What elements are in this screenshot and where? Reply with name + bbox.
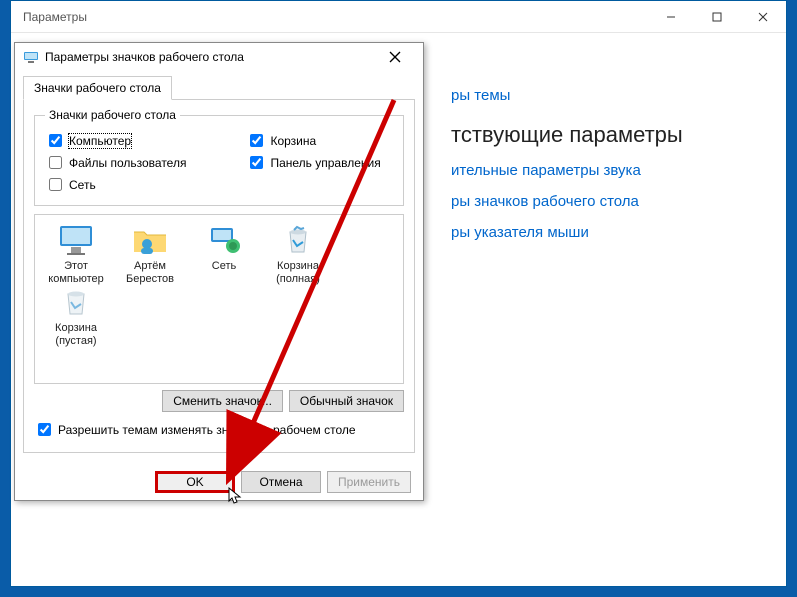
icon-label: АртёмБерестов [115, 260, 185, 285]
link-desktop-icons-settings[interactable]: ры значков рабочего стола [451, 193, 756, 210]
checkbox-network-label: Сеть [69, 178, 96, 192]
group-legend: Значки рабочего стола [45, 108, 180, 122]
settings-title: Параметры [23, 10, 87, 24]
change-icon-button[interactable]: Сменить значок... [162, 390, 283, 412]
preview-icon-network[interactable]: Сеть [189, 223, 259, 285]
recycle-bin-empty-icon [56, 285, 96, 319]
checkbox-computer-label: Компьютер [69, 134, 131, 148]
checkbox-computer[interactable]: Компьютер [45, 131, 186, 150]
tab-panel: Значки рабочего стола Компьютер Файлы по… [23, 100, 415, 453]
tab-desktop-icons[interactable]: Значки рабочего стола [23, 76, 172, 100]
checkbox-user-files-input[interactable] [49, 156, 62, 169]
dialog-footer: OK Отмена Применить [15, 461, 423, 505]
dialog-title: Параметры значков рабочего стола [45, 50, 244, 64]
dialog-icon [23, 49, 39, 65]
preview-icon-recycle-full[interactable]: Корзина(полная) [263, 223, 333, 285]
link-theme-settings[interactable]: ры темы [451, 87, 756, 104]
checkbox-network-input[interactable] [49, 178, 62, 191]
apply-button[interactable]: Применить [327, 471, 411, 493]
checkbox-control-panel[interactable]: Панель управления [246, 153, 380, 172]
checkbox-user-files-label: Файлы пользователя [69, 156, 186, 170]
checkbox-allow-themes-input[interactable] [38, 423, 51, 436]
preview-icon-this-pc[interactable]: Этоткомпьютер [41, 223, 111, 285]
desktop-icons-dialog: Параметры значков рабочего стола Значки … [14, 42, 424, 501]
default-icon-button[interactable]: Обычный значок [289, 390, 404, 412]
checkbox-control-panel-input[interactable] [250, 156, 263, 169]
icon-label: Корзина(пустая) [41, 322, 111, 347]
icon-label: Сеть [189, 260, 259, 273]
network-icon [204, 223, 244, 257]
cancel-button[interactable]: Отмена [241, 471, 321, 493]
checkbox-recycle-bin[interactable]: Корзина [246, 131, 380, 150]
tabstrip: Значки рабочего стола [23, 75, 415, 100]
preview-icon-user-folder[interactable]: АртёмБерестов [115, 223, 185, 285]
settings-titlebar: Параметры [11, 1, 786, 33]
icon-label: Корзина(полная) [263, 260, 333, 285]
checkbox-allow-themes[interactable]: Разрешить темам изменять значки на рабоч… [34, 420, 404, 439]
related-settings-heading: тствующие параметры [451, 122, 756, 148]
icon-action-buttons: Сменить значок... Обычный значок [34, 390, 404, 412]
dialog-body: Значки рабочего стола Значки рабочего ст… [15, 71, 423, 461]
checkbox-computer-input[interactable] [49, 134, 62, 147]
checkbox-network[interactable]: Сеть [45, 175, 186, 194]
desktop-icons-group: Значки рабочего стола Компьютер Файлы по… [34, 108, 404, 206]
maximize-button[interactable] [694, 1, 740, 32]
monitor-icon [56, 223, 96, 257]
user-folder-icon [130, 223, 170, 257]
recycle-bin-full-icon [278, 223, 318, 257]
ok-button[interactable]: OK [155, 471, 235, 493]
link-mouse-pointer-settings[interactable]: ры указателя мыши [451, 224, 756, 241]
checkbox-recycle-bin-input[interactable] [250, 134, 263, 147]
link-sound-settings[interactable]: ительные параметры звука [451, 162, 756, 179]
close-button[interactable] [740, 1, 786, 32]
checkbox-user-files[interactable]: Файлы пользователя [45, 153, 186, 172]
icon-preview-area[interactable]: Этоткомпьютер АртёмБерестов Сеть [34, 214, 404, 384]
dialog-close-button[interactable] [389, 51, 417, 63]
window-system-buttons [648, 1, 786, 32]
preview-icon-recycle-empty[interactable]: Корзина(пустая) [41, 285, 111, 347]
minimize-button[interactable] [648, 1, 694, 32]
icon-label: Этоткомпьютер [41, 260, 111, 285]
checkbox-control-panel-label: Панель управления [270, 156, 380, 170]
checkbox-allow-themes-label: Разрешить темам изменять значки на рабоч… [58, 423, 356, 437]
dialog-titlebar: Параметры значков рабочего стола [15, 43, 423, 71]
checkbox-recycle-bin-label: Корзина [270, 134, 316, 148]
